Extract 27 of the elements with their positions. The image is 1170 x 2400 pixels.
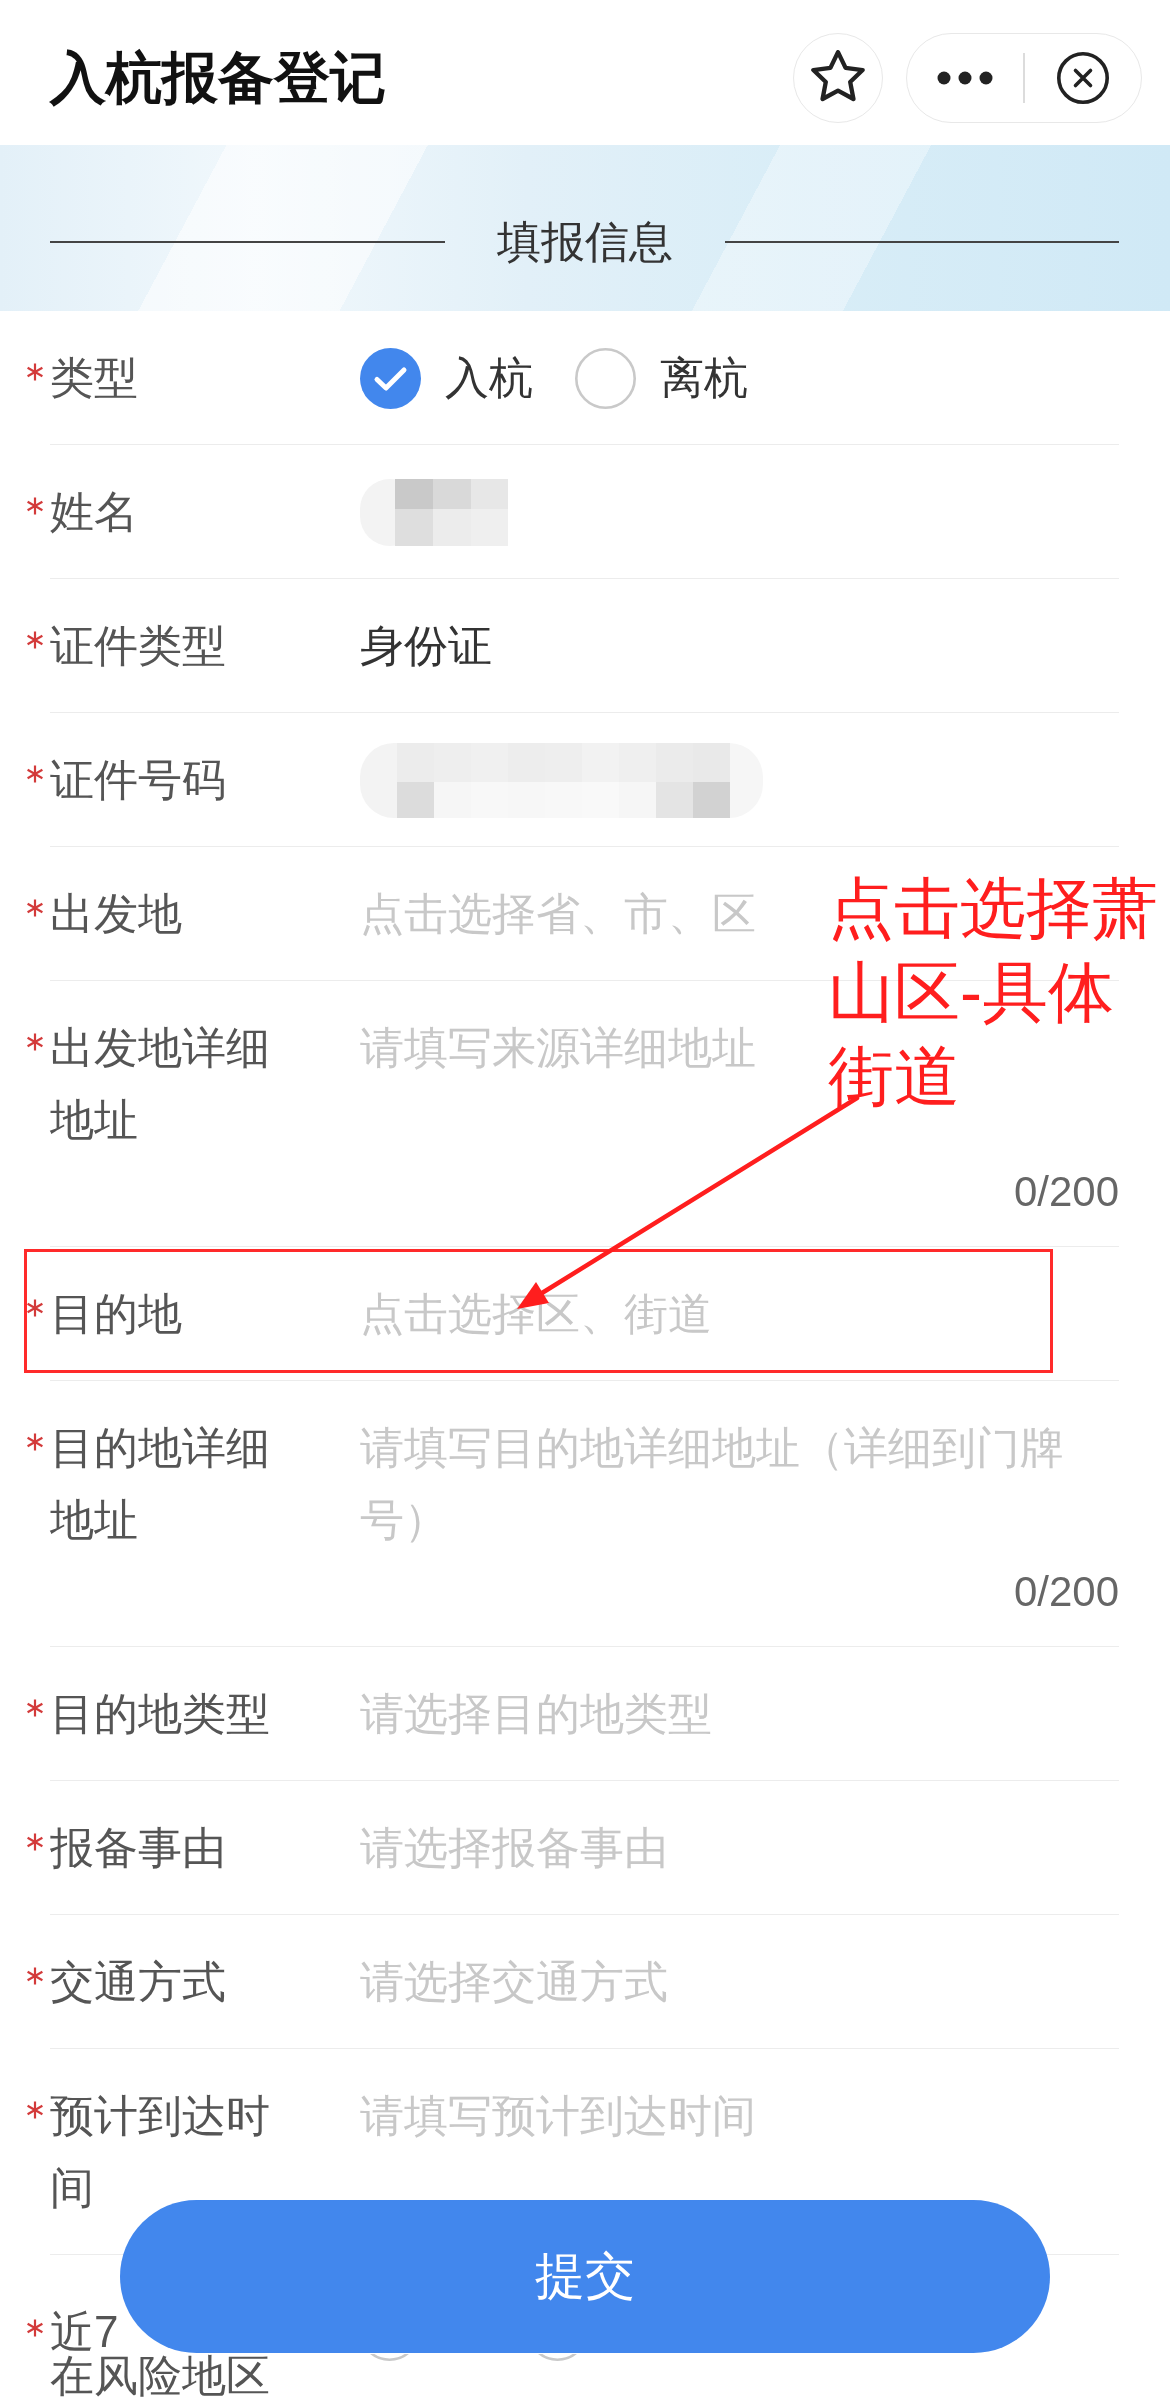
annotation-text: 点击选择萧山区-具体街道 — [828, 870, 1159, 1115]
field-label: 证件类型 — [50, 620, 227, 672]
radio-icon[interactable] — [370, 2354, 409, 2361]
more-icon — [937, 70, 994, 85]
field-label: 近7 — [50, 2310, 119, 2354]
field-label: 目的地 — [50, 1288, 183, 1340]
field-label: 报备事由 — [50, 1822, 227, 1874]
character-counter: 0/200 — [1013, 1167, 1119, 1217]
field-label: 出发地 — [50, 888, 183, 940]
field-label: 姓名 — [50, 486, 139, 538]
submit-button[interactable]: 提交 — [120, 2200, 1050, 2353]
field-label: 证件号码 — [50, 754, 227, 806]
character-counter: 0/200 — [1013, 1567, 1119, 1617]
picker-field[interactable]: 身份证 — [360, 610, 502, 682]
field-label: 在风险地区 — [50, 2354, 270, 2398]
field-label: 目的地类型 — [50, 1688, 271, 1740]
close-icon — [1056, 51, 1109, 104]
radio-icon[interactable] — [538, 2354, 577, 2361]
section-title: 填报信息 — [496, 216, 673, 269]
field-label: 出发地详细地址 — [50, 1022, 271, 1146]
page-title: 入杭报备登记 — [50, 44, 387, 111]
field-label: 目的地详细地址 — [50, 1422, 271, 1546]
field-label: 交通方式 — [50, 1956, 227, 2008]
field-label: 类型 — [50, 352, 139, 404]
star-icon — [811, 49, 865, 102]
radio-option[interactable]: 入杭 — [360, 342, 533, 414]
radio-option[interactable]: 离杭 — [575, 342, 748, 414]
